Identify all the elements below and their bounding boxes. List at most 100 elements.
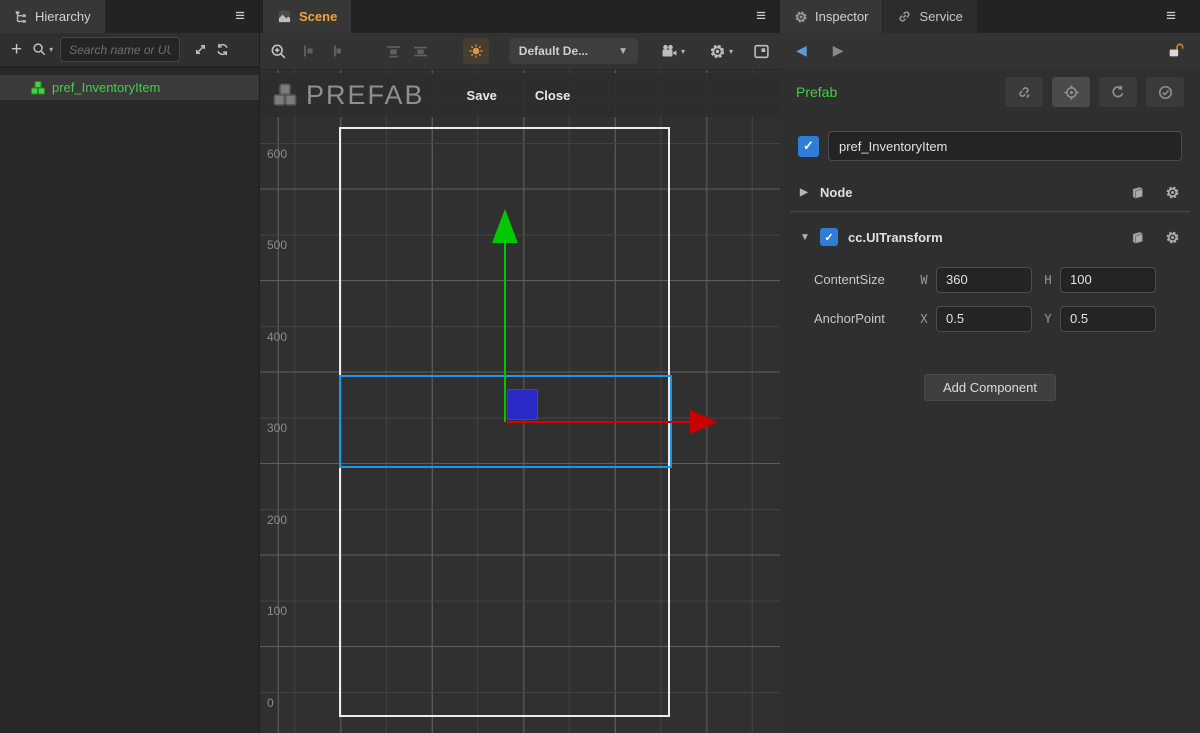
content-size-w-label: W	[916, 273, 932, 287]
gizmo-x-axis-arrow[interactable]	[690, 410, 718, 434]
content-size-h-input[interactable]	[1060, 267, 1156, 293]
content-size-row: ContentSize W H	[780, 266, 1200, 293]
ruler-label-400: 400	[267, 330, 295, 344]
hierarchy-tree-icon	[14, 10, 28, 24]
scene-light-button[interactable]	[463, 38, 489, 64]
editor-window: Hierarchy ≡ + ▾	[0, 0, 1200, 733]
align-center-h-icon[interactable]	[327, 43, 343, 59]
camera-settings-icon[interactable]: ▾	[660, 43, 685, 59]
tab-service[interactable]: Service	[883, 0, 976, 33]
ruler-label-100: 100	[267, 604, 295, 618]
tree-item-pref-inventoryitem[interactable]: pref_InventoryItem	[0, 75, 259, 100]
uitransform-section-header[interactable]: ▼ ✓ cc.UITransform	[780, 220, 1200, 254]
gizmo-y-axis-arrow[interactable]	[492, 209, 518, 243]
zoom-tool-icon[interactable]	[270, 43, 287, 60]
distribute-center-icon[interactable]	[412, 43, 429, 60]
refresh-icon[interactable]	[215, 42, 230, 57]
ruler-label-500: 500	[267, 238, 295, 252]
add-component-wrap: Add Component	[780, 374, 1200, 401]
anchor-point-label: AnchorPoint	[798, 311, 916, 326]
hierarchy-search-input[interactable]	[60, 37, 180, 62]
prefab-close-button[interactable]: Close	[535, 88, 570, 103]
tab-scene[interactable]: Scene	[263, 0, 351, 33]
prefab-save-button[interactable]: Save	[467, 88, 497, 103]
history-forward-button[interactable]: ▶	[833, 42, 844, 59]
anchor-point-y-input[interactable]	[1060, 306, 1156, 332]
prefab-unlink-button[interactable]	[1005, 77, 1043, 107]
distribute-top-icon[interactable]	[385, 43, 402, 60]
service-link-icon	[897, 9, 912, 24]
display-mode-caret-icon: ▼	[618, 46, 628, 57]
prefab-action-buttons	[1005, 77, 1184, 107]
scene-tabbar: Scene ≡	[260, 0, 780, 33]
hierarchy-tree: pref_InventoryItem	[0, 68, 259, 100]
display-mode-value: Default De...	[519, 44, 588, 58]
layout-grid-icon[interactable]	[753, 43, 770, 60]
uitransform-gear-icon[interactable]	[1165, 230, 1180, 245]
uitransform-section-icons	[1130, 230, 1180, 245]
scene-panel: Scene ≡	[260, 0, 780, 733]
uitransform-collapse-icon[interactable]: ▼	[800, 232, 810, 243]
gear-caret-icon: ▾	[729, 47, 733, 56]
align-left-icon[interactable]	[301, 43, 317, 59]
hierarchy-panel: Hierarchy ≡ + ▾	[0, 0, 260, 733]
node-section-label: Node	[820, 185, 853, 200]
prefab-locate-button[interactable]	[1052, 77, 1090, 107]
node-collapse-icon[interactable]: ▶	[800, 187, 810, 198]
search-filter-caret-icon: ▾	[49, 45, 53, 54]
inspector-panel: Inspector Service ≡ ◀ ▶	[780, 0, 1200, 733]
history-back-button[interactable]: ◀	[796, 42, 807, 59]
scene-toolbar: Default De... ▼ ▾ ▾	[260, 33, 780, 70]
node-gear-icon[interactable]	[1165, 185, 1180, 200]
node-name-input[interactable]	[828, 131, 1182, 161]
display-mode-dropdown[interactable]: Default De... ▼	[509, 38, 638, 64]
lock-icon[interactable]	[1167, 42, 1184, 59]
prefab-apply-button[interactable]	[1146, 77, 1184, 107]
anchor-point-y-label: Y	[1040, 312, 1056, 326]
content-size-label: ContentSize	[798, 272, 916, 287]
uitransform-section-label: cc.UITransform	[848, 230, 943, 245]
uitransform-docs-icon[interactable]	[1130, 230, 1145, 245]
section-divider	[790, 211, 1190, 212]
tab-hierarchy-label: Hierarchy	[35, 9, 91, 24]
content-size-h-label: H	[1040, 273, 1056, 287]
node-section-icons	[1130, 185, 1180, 200]
node-active-checkbox[interactable]: ✓	[798, 136, 819, 157]
anchor-point-x-label: X	[916, 312, 932, 326]
content-size-w-input[interactable]	[936, 267, 1032, 293]
gizmo-y-axis-line	[504, 242, 506, 422]
hierarchy-menu-icon[interactable]: ≡	[235, 6, 245, 26]
scene-image-icon	[277, 9, 292, 24]
prefab-bar-cube-icon	[272, 82, 298, 108]
node-docs-icon[interactable]	[1130, 185, 1145, 200]
prefab-asset-row: Prefab	[780, 74, 1200, 110]
search-filter-button[interactable]: ▾	[32, 42, 53, 57]
add-component-button[interactable]: Add Component	[924, 374, 1056, 401]
ruler-label-300: 300	[267, 421, 295, 435]
tab-inspector-label: Inspector	[815, 9, 868, 24]
gizmo-xy-plane-handle[interactable]	[507, 389, 538, 420]
scene-viewport[interactable]: 600 500 400 300 200 100 0	[260, 70, 780, 733]
prefab-edit-bar: PREFAB Save Close	[260, 73, 780, 117]
tree-item-label: pref_InventoryItem	[52, 80, 160, 95]
prefab-cube-icon	[30, 80, 46, 96]
inspector-navrow: ◀ ▶	[780, 33, 1200, 68]
scene-gear-icon[interactable]: ▾	[709, 43, 733, 60]
expand-all-icon[interactable]	[193, 42, 208, 57]
prefab-reset-button[interactable]	[1099, 77, 1137, 107]
inspector-menu-icon[interactable]: ≡	[1166, 6, 1176, 26]
anchor-point-row: AnchorPoint X Y	[780, 305, 1200, 332]
scene-menu-icon[interactable]: ≡	[756, 6, 766, 26]
inspector-gear-icon	[794, 10, 808, 24]
anchor-point-x-input[interactable]	[936, 306, 1032, 332]
hierarchy-toolbar: + ▾	[0, 33, 259, 68]
create-node-button[interactable]: +	[8, 40, 25, 59]
tab-inspector[interactable]: Inspector	[780, 0, 882, 33]
uitransform-enabled-checkbox[interactable]: ✓	[820, 228, 838, 246]
ruler-label-0: 0	[267, 696, 295, 710]
prefab-asset-label: Prefab	[796, 84, 837, 100]
tab-service-label: Service	[919, 9, 962, 24]
ruler-label-600: 600	[267, 147, 295, 161]
tab-hierarchy[interactable]: Hierarchy	[0, 0, 105, 33]
node-section-header[interactable]: ▶ Node	[780, 175, 1200, 209]
